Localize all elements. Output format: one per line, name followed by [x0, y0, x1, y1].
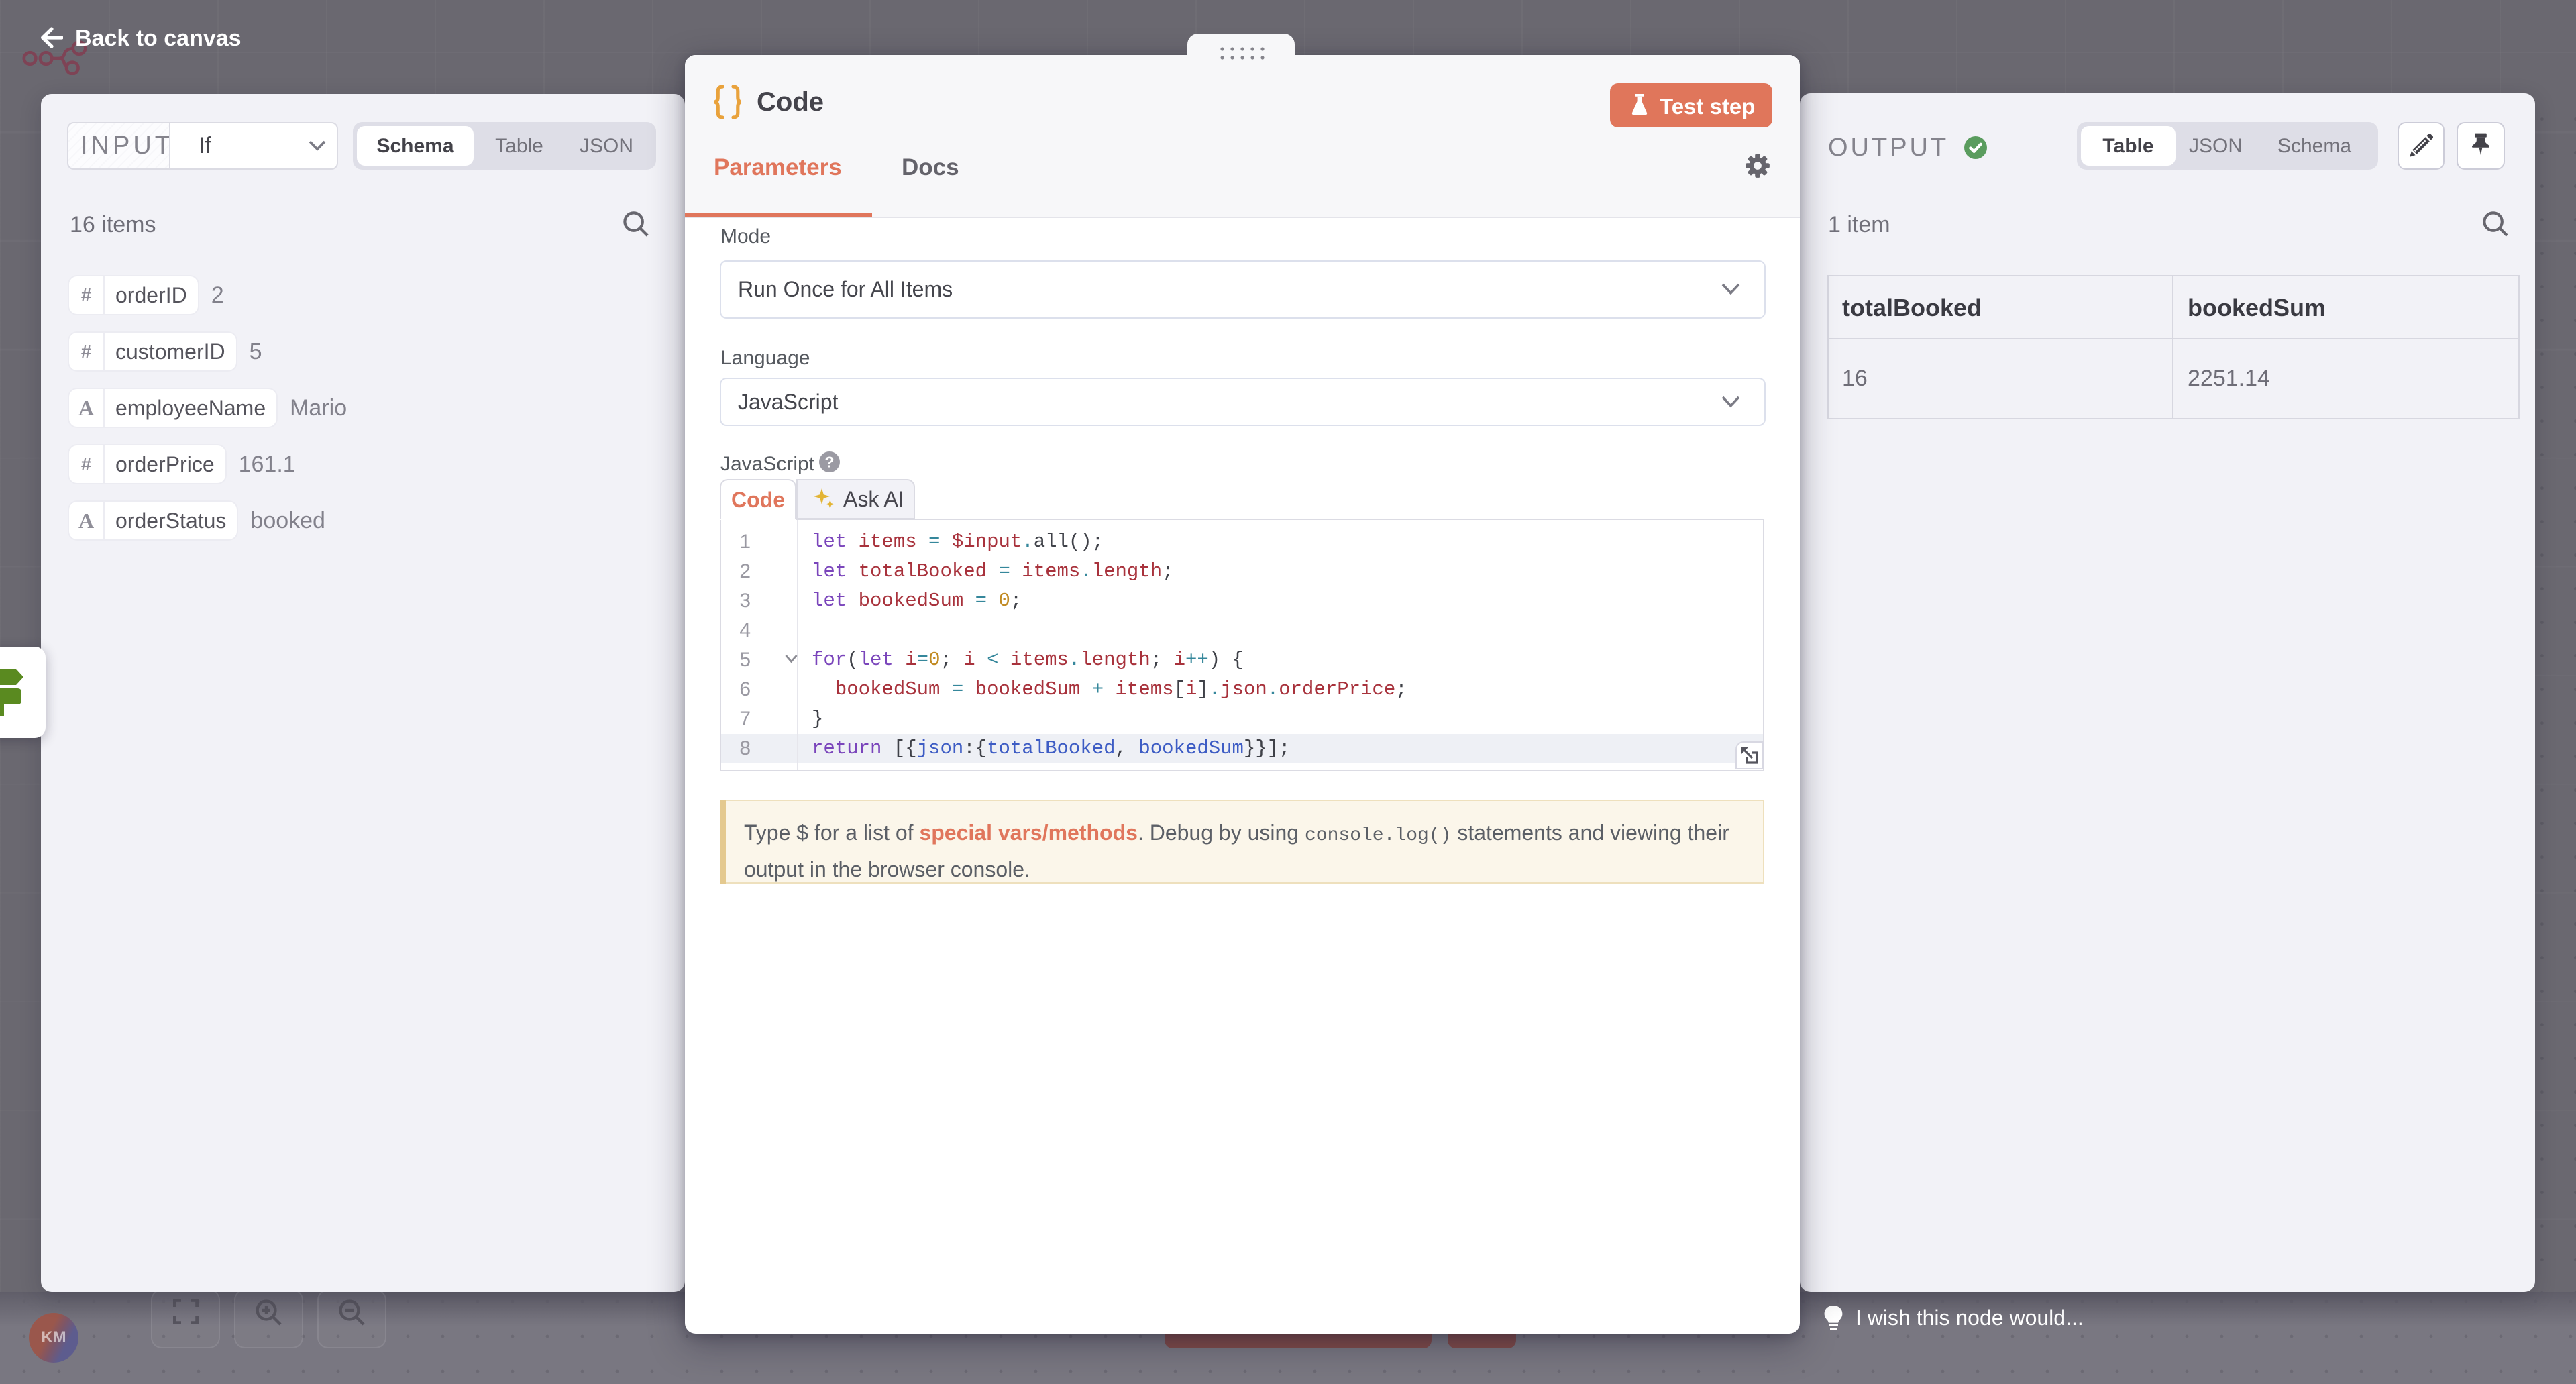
svg-text:?: ? — [824, 454, 834, 471]
